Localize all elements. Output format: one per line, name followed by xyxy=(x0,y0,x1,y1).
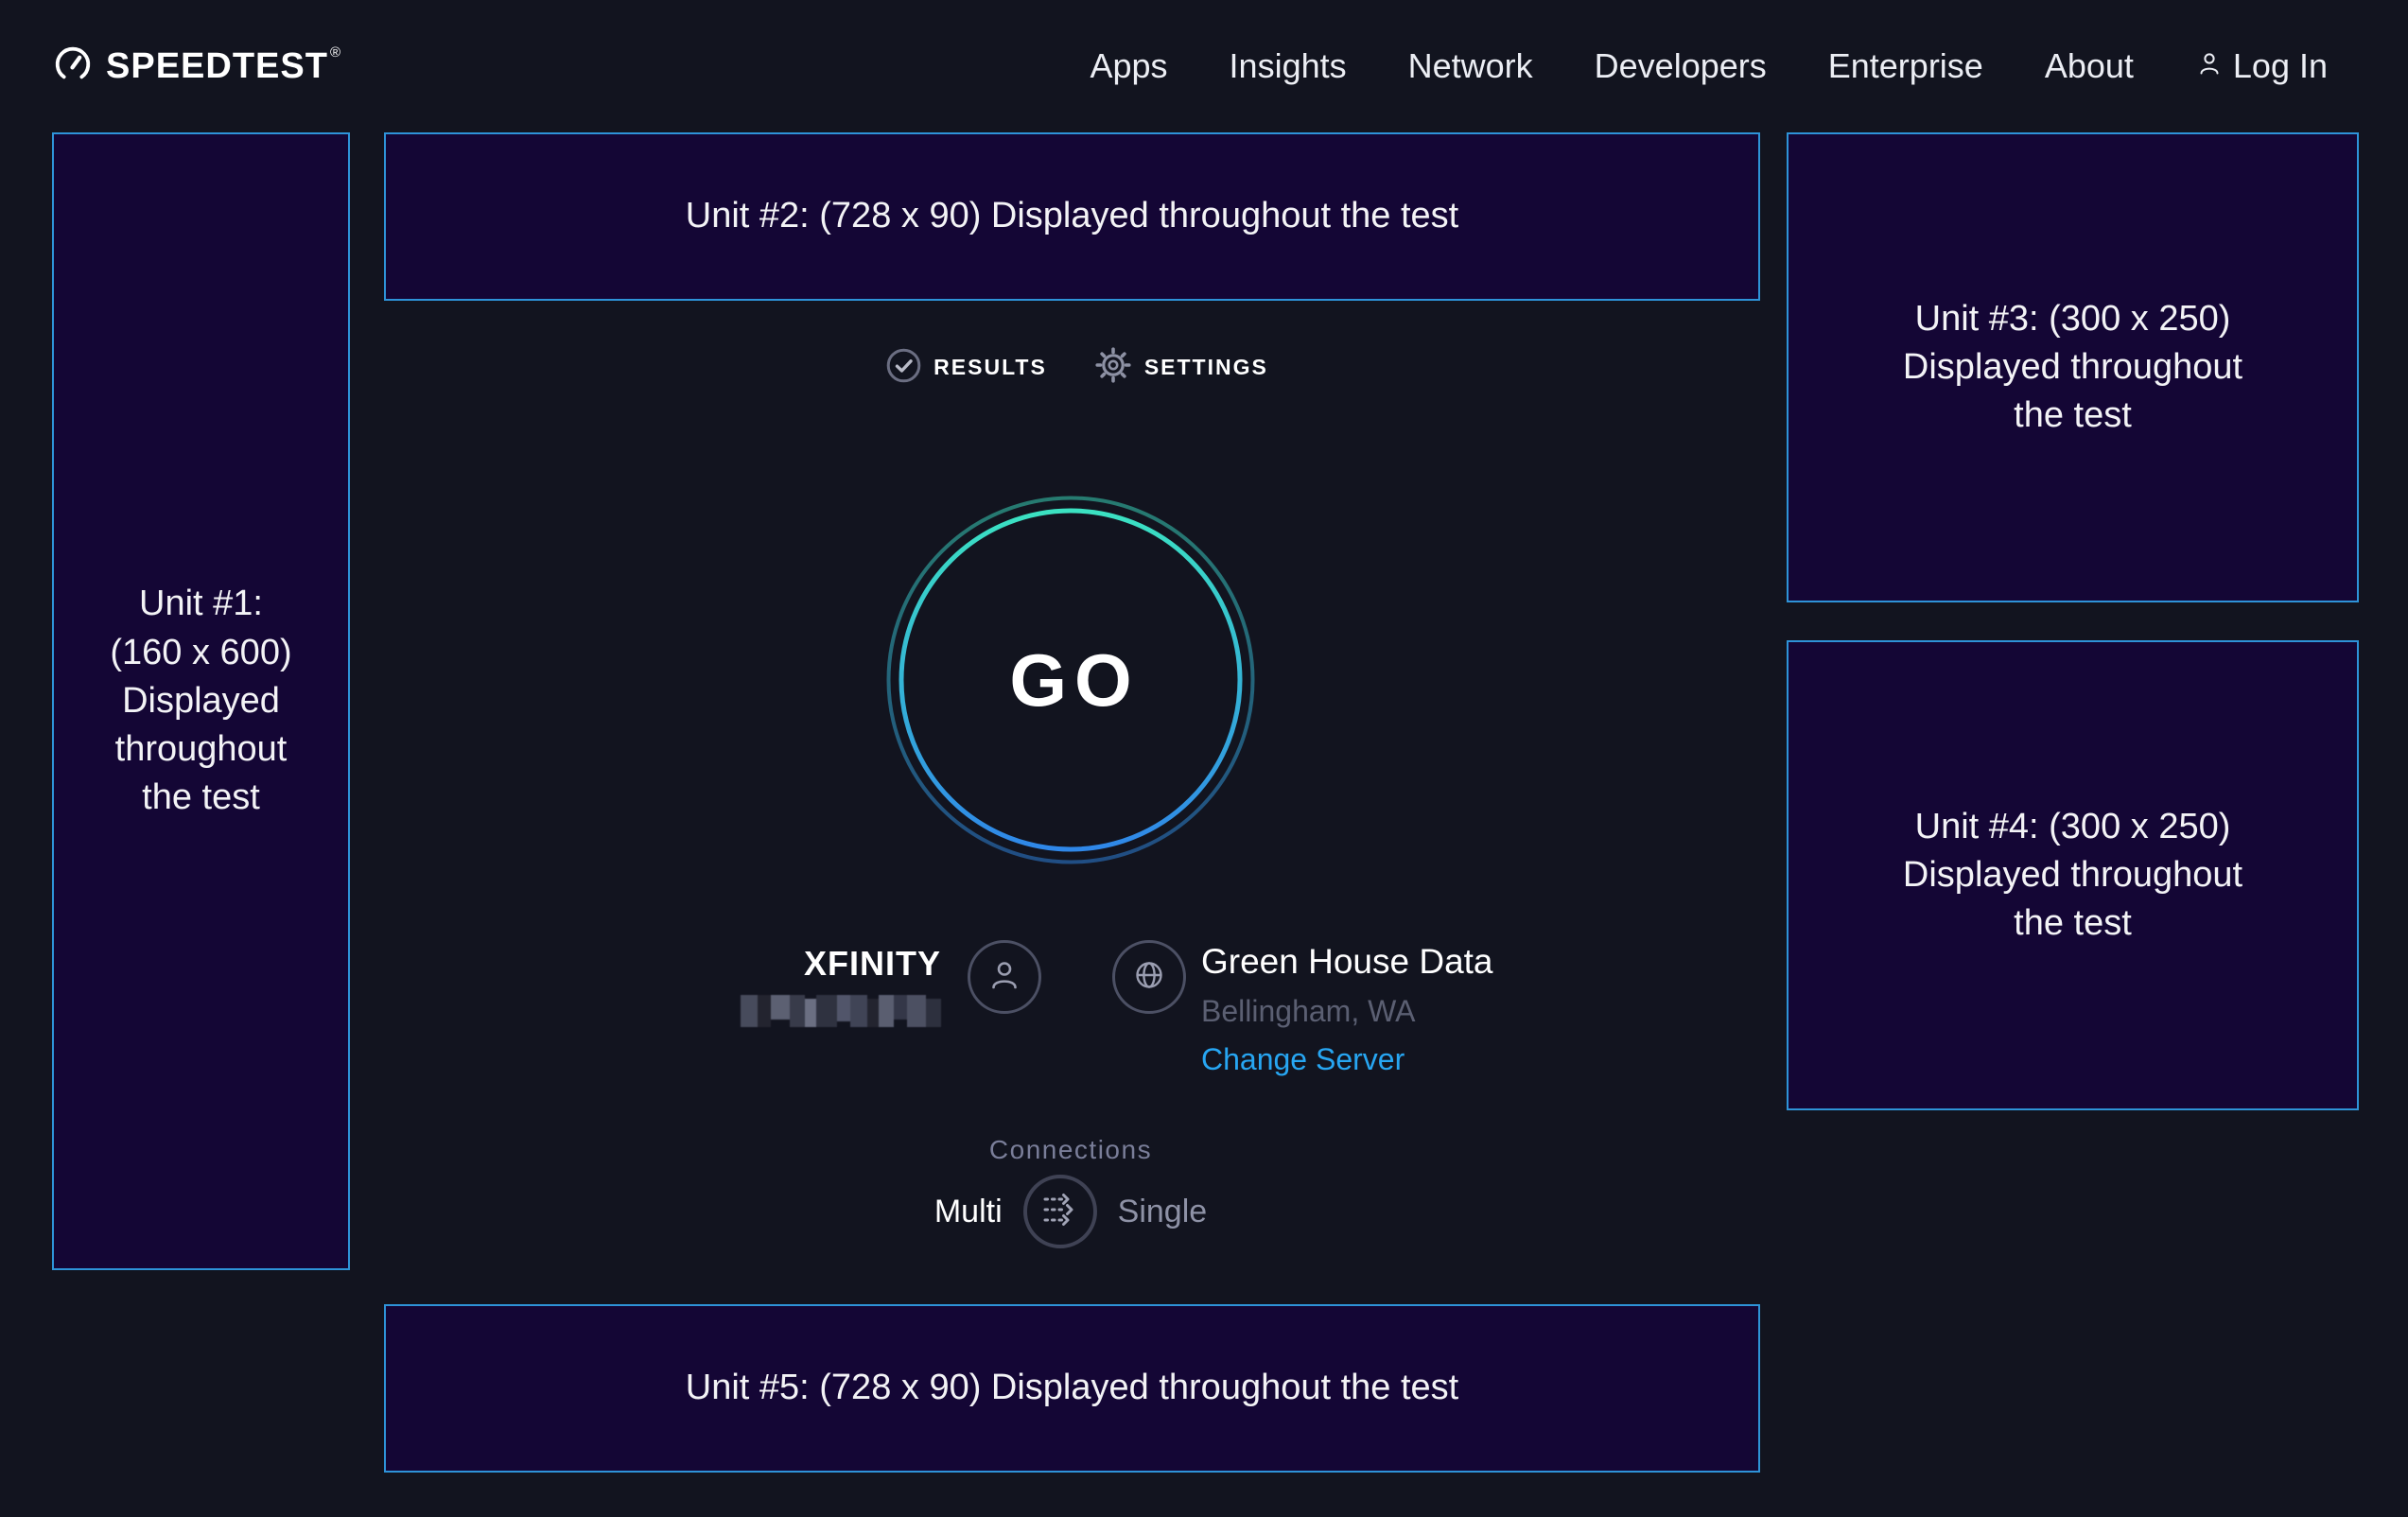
registered-mark: ® xyxy=(330,44,341,61)
nav-item-developers[interactable]: Developers xyxy=(1595,46,1767,86)
tab-results[interactable]: RESULTS xyxy=(886,348,1047,388)
speedometer-gauge-icon xyxy=(51,43,95,91)
ad-unit-1-text: Unit #1: (160 x 600) Displayed throughou… xyxy=(99,580,303,822)
ad-unit-2-text: Unit #2: (728 x 90) Displayed throughout… xyxy=(686,192,1458,240)
server-globe-badge xyxy=(1112,940,1186,1014)
person-icon xyxy=(985,955,1024,1000)
ad-unit-5-text: Unit #5: (728 x 90) Displayed throughout… xyxy=(686,1364,1458,1412)
ad-unit-1[interactable]: Unit #1: (160 x 600) Displayed throughou… xyxy=(52,132,350,1270)
gear-icon xyxy=(1094,346,1132,389)
speedtest-logo[interactable]: SPEEDTEST® xyxy=(51,0,340,132)
connection-toggle-button[interactable] xyxy=(1023,1175,1097,1248)
globe-icon xyxy=(1128,954,1170,1001)
ad-unit-2[interactable]: Unit #2: (728 x 90) Displayed throughout… xyxy=(384,132,1760,301)
go-button-label: GO xyxy=(886,496,1255,864)
connections-label: Connections xyxy=(346,1135,1795,1165)
nav-item-apps[interactable]: Apps xyxy=(1090,46,1167,86)
nav-item-enterprise[interactable]: Enterprise xyxy=(1828,46,1983,86)
tab-results-label: RESULTS xyxy=(934,355,1047,380)
connections-row: Multi Single xyxy=(346,1175,1795,1248)
brand-name: SPEEDTEST® xyxy=(106,46,340,87)
speedtest-page: SPEEDTEST® Apps Insights Network Develop… xyxy=(0,0,2408,1517)
nav-item-about[interactable]: About xyxy=(2045,46,2134,86)
check-circle-icon xyxy=(886,348,921,388)
main-nav: Apps Insights Network Developers Enterpr… xyxy=(1090,0,2328,132)
user-icon xyxy=(2195,46,2224,86)
multi-connection-arrows-icon xyxy=(1038,1187,1083,1237)
login-label: Log In xyxy=(2233,46,2328,86)
ad-unit-4-text: Unit #4: (300 x 250) Displayed throughou… xyxy=(1883,803,2262,949)
nav-item-insights[interactable]: Insights xyxy=(1230,46,1347,86)
login-button[interactable]: Log In xyxy=(2195,46,2328,86)
ad-unit-4[interactable]: Unit #4: (300 x 250) Displayed throughou… xyxy=(1787,640,2359,1110)
ad-unit-5[interactable]: Unit #5: (728 x 90) Displayed throughout… xyxy=(384,1304,1760,1473)
ip-address-redacted xyxy=(741,995,941,1027)
go-button[interactable]: GO xyxy=(886,496,1255,864)
change-server-link[interactable]: Change Server xyxy=(1201,1042,1405,1077)
tab-settings[interactable]: SETTINGS xyxy=(1094,346,1268,389)
isp-avatar xyxy=(968,940,1041,1014)
tab-settings-label: SETTINGS xyxy=(1144,355,1268,380)
server-location: Bellingham, WA xyxy=(1201,994,1415,1029)
connection-mode-single[interactable]: Single xyxy=(1118,1194,1208,1230)
server-name: Green House Data xyxy=(1201,942,1493,982)
ad-unit-3-text: Unit #3: (300 x 250) Displayed throughou… xyxy=(1883,295,2262,441)
nav-item-network[interactable]: Network xyxy=(1408,46,1533,86)
isp-name: XFINITY xyxy=(676,944,941,984)
results-settings-tabs: RESULTS xyxy=(353,346,1802,389)
connection-mode-multi[interactable]: Multi xyxy=(934,1194,1003,1230)
ad-unit-3[interactable]: Unit #3: (300 x 250) Displayed throughou… xyxy=(1787,132,2359,602)
